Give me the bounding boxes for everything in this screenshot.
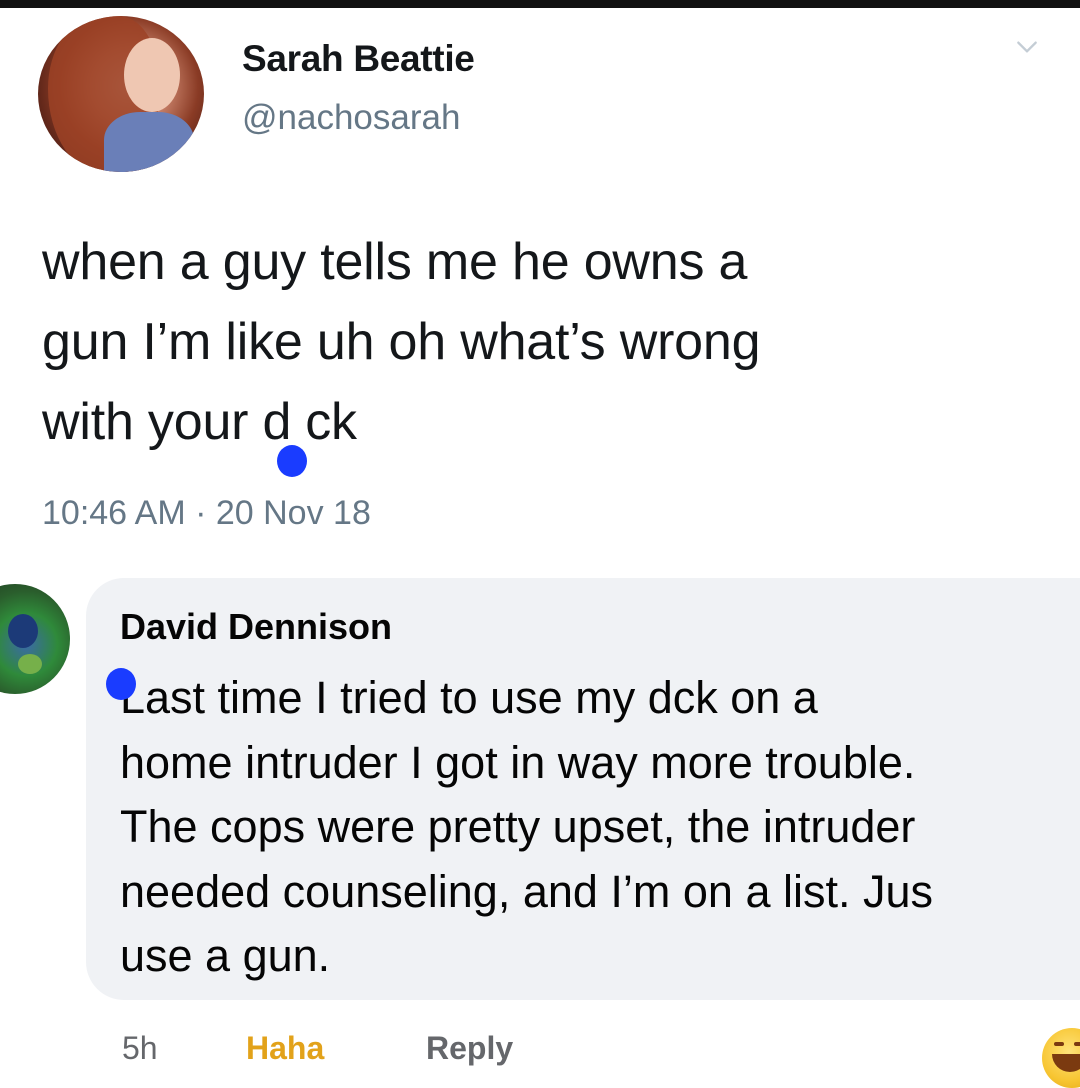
tweet-card: Sarah Beattie @nachosarah when a guy tel… xyxy=(0,8,1080,568)
comment-section: David Dennison Last time I tried to use … xyxy=(0,568,1080,1088)
comment-text-line: Last time I tried to use my d ck on a xyxy=(106,666,1080,731)
comment-text-segment: Last time I tried to use my d xyxy=(120,672,673,723)
tweet-text: when a guy tells me he owns a gun I’m li… xyxy=(42,222,1042,477)
tweet-author-handle[interactable]: @nachosarah xyxy=(242,98,460,138)
top-edge-strip xyxy=(0,0,1080,8)
reply-button[interactable]: Reply xyxy=(426,1030,513,1067)
tweet-text-line: when a guy tells me he owns a xyxy=(42,233,748,291)
tweet-text-line: gun I’m like uh oh what’s wrong xyxy=(42,313,761,371)
tweet-text-line: with your d ck xyxy=(42,382,1042,477)
tweet-text-segment: with your d xyxy=(42,393,292,451)
blue-dot-icon xyxy=(277,445,308,477)
tweet-author-name[interactable]: Sarah Beattie xyxy=(242,38,475,80)
avatar-patch xyxy=(8,614,38,648)
comment-author-name[interactable]: David Dennison xyxy=(120,606,392,648)
chevron-down-icon[interactable] xyxy=(1014,34,1040,60)
comment-text-line: needed counseling, and I’m on a list. Ju… xyxy=(120,865,934,917)
comment-time[interactable]: 5h xyxy=(122,1030,158,1067)
emoji-mouth xyxy=(1052,1054,1080,1072)
comment-text-line: use a gun. xyxy=(120,930,331,981)
blue-dot-icon xyxy=(106,668,136,700)
avatar-face xyxy=(124,38,180,112)
tweet-text-segment: ck xyxy=(305,393,357,451)
avatar-clothing xyxy=(104,112,194,172)
haha-button[interactable]: Haha xyxy=(246,1030,324,1067)
comment-author-avatar[interactable] xyxy=(0,584,70,694)
comment-actions: 5h Haha Reply xyxy=(0,1030,1080,1070)
emoji-eye xyxy=(1074,1042,1080,1046)
tweet-author-avatar[interactable] xyxy=(38,16,204,172)
comment-text: Last time I tried to use my d ck on a hom… xyxy=(106,666,1080,989)
avatar-patch xyxy=(18,654,42,674)
comment-text-line: home intruder I got in way more trouble. xyxy=(120,736,916,788)
comment-text-line: The cops were pretty upset, the intruder xyxy=(120,801,916,852)
emoji-eye xyxy=(1054,1042,1064,1046)
comment-text-segment: ck on a xyxy=(672,672,818,723)
tweet-timestamp[interactable]: 10:46 AM · 20 Nov 18 xyxy=(42,494,371,533)
